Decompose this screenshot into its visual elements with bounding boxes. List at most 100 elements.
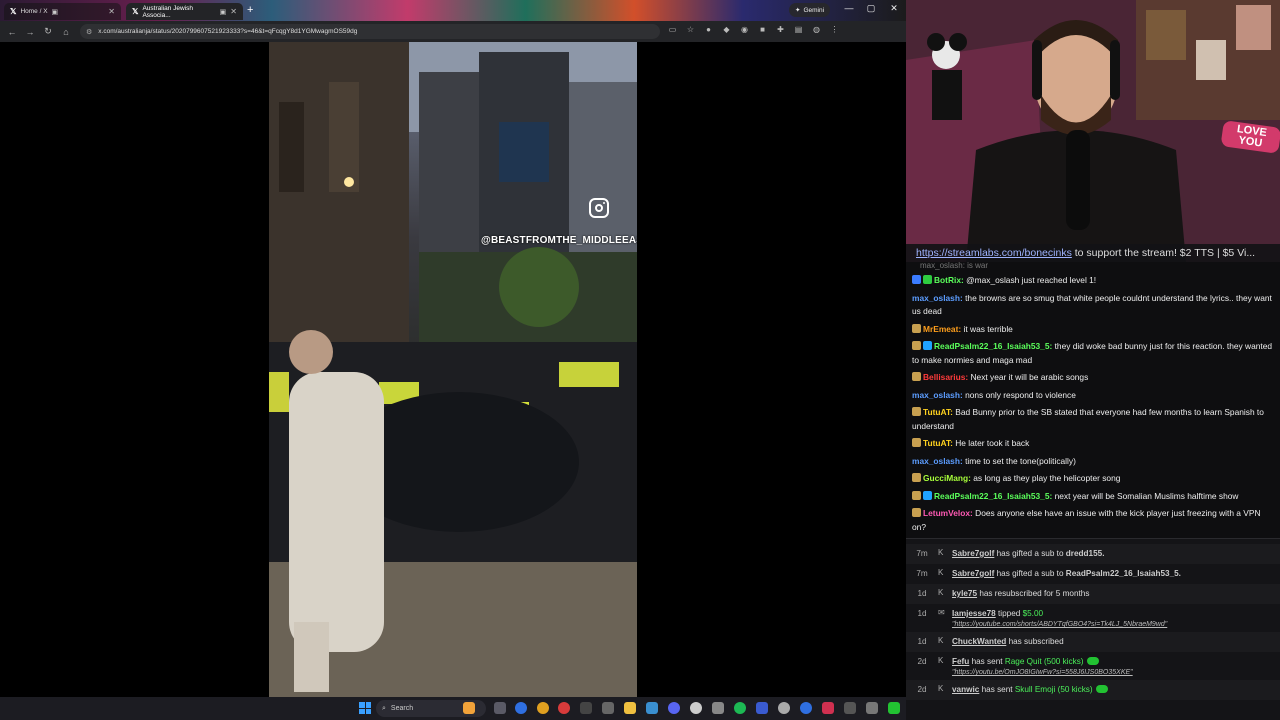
- spotify-icon[interactable]: [734, 702, 746, 714]
- event-list: 7m K Sabre7golf has gifted a sub to dredd1…: [906, 544, 1280, 700]
- tab-media-icon[interactable]: ▣: [52, 8, 59, 16]
- event-username[interactable]: Fefu: [952, 657, 969, 666]
- app-icon[interactable]: [646, 702, 658, 714]
- event-row: 2d Kvanwic has sent Skull Emoji (50 kicks…: [906, 680, 1280, 700]
- kick-app-icon[interactable]: [888, 702, 900, 714]
- chat-username[interactable]: GucciMang: [923, 473, 968, 483]
- event-text: has sent: [969, 657, 1005, 666]
- app-icon[interactable]: [866, 702, 878, 714]
- file-explorer-icon[interactable]: [624, 702, 636, 714]
- chat-username[interactable]: ReadPsalm22_16_Isaiah53_5: [934, 491, 1049, 501]
- chat-username[interactable]: TutuAT: [923, 438, 950, 448]
- kick-icon: K: [938, 684, 944, 693]
- chat-username[interactable]: ReadPsalm22_16_Isaiah53_5: [934, 341, 1049, 351]
- close-window-icon[interactable]: ✕: [887, 3, 901, 14]
- event-username[interactable]: Sabre7golf: [952, 549, 994, 558]
- gemini-button[interactable]: ✦ Gemini: [789, 3, 831, 17]
- chat-username[interactable]: LetumVelox: [923, 508, 970, 518]
- edge-icon[interactable]: [515, 702, 527, 714]
- minimize-icon[interactable]: —: [842, 3, 856, 13]
- chat-badge-icon: [923, 275, 932, 284]
- kick-icon: K: [938, 588, 944, 597]
- app-icon[interactable]: [558, 702, 570, 714]
- app-icon[interactable]: [800, 702, 812, 714]
- task-view-icon[interactable]: [494, 702, 506, 714]
- chat-text: Bad Bunny prior to the SB stated that ev…: [912, 407, 1264, 431]
- ticker-link[interactable]: https://streamlabs.com/bonecinks: [916, 247, 1072, 259]
- chat-username[interactable]: TutuAT: [923, 407, 950, 417]
- extension-icon[interactable]: ■: [758, 25, 767, 34]
- extension-icon[interactable]: ◆: [722, 25, 731, 34]
- app-icon[interactable]: [844, 702, 856, 714]
- back-icon[interactable]: ←: [3, 27, 21, 37]
- event-time: 2d: [917, 685, 927, 694]
- home-icon[interactable]: ⌂: [57, 27, 75, 37]
- video-frame-scene: [269, 42, 637, 697]
- chrome-icon[interactable]: [537, 702, 549, 714]
- menu-icon[interactable]: ⋮: [830, 25, 839, 34]
- chat-message: TutuAT: Bad Bunny prior to the SB stated…: [912, 404, 1274, 435]
- tab-home-x[interactable]: 𝕏 Home / X ▣ ✕: [4, 3, 121, 20]
- page-viewport: @BEASTFROMTHE_MIDDLEEAST: [0, 42, 906, 697]
- chat-username[interactable]: BotRix: [934, 275, 961, 285]
- event-body: Sabre7golf has gifted a sub to dredd155.: [952, 546, 1104, 559]
- puzzle-icon[interactable]: ✚: [776, 25, 785, 34]
- chat-username[interactable]: MrEmeat: [923, 324, 958, 334]
- extension-icon[interactable]: ●: [704, 25, 713, 34]
- profile-icon[interactable]: ◍: [812, 25, 821, 34]
- app-icon[interactable]: [756, 702, 768, 714]
- chat-username[interactable]: max_oslash: [912, 293, 960, 303]
- chat-text: as long as they play the helicopter song: [973, 473, 1121, 483]
- windows-start-icon[interactable]: [359, 702, 371, 714]
- app-icon[interactable]: [602, 702, 614, 714]
- event-row: 1d K ChuckWanted has subscribed: [906, 632, 1280, 652]
- app-icon[interactable]: [580, 702, 592, 714]
- forward-icon[interactable]: →: [21, 27, 39, 37]
- chat-badge-icon: [912, 407, 921, 416]
- chat-text: Next year it will be arabic songs: [970, 372, 1089, 382]
- event-message-link[interactable]: "https://youtu.be/OmJO8IGIwFw?si=558J6IJ…: [952, 667, 1133, 678]
- chat-badge-icon: [912, 372, 921, 381]
- site-info-icon[interactable]: ⚙: [86, 28, 92, 36]
- event-time: 1d: [917, 589, 927, 598]
- event-username[interactable]: kyle75: [952, 589, 977, 598]
- cast-icon[interactable]: ▭: [668, 25, 677, 34]
- tab-media-icon[interactable]: ▣: [220, 8, 227, 16]
- event-body: kyle75 has resubscribed for 5 months: [952, 586, 1089, 599]
- tab-australian-jewish[interactable]: 𝕏 Australian Jewish Associa... ▣ ✕: [126, 3, 243, 20]
- event-username[interactable]: Sabre7golf: [952, 569, 994, 578]
- event-username[interactable]: Iamjesse78: [952, 609, 996, 618]
- obs-icon[interactable]: [712, 702, 724, 714]
- event-text: has gifted a sub to: [994, 569, 1066, 578]
- reload-icon[interactable]: ↻: [39, 26, 57, 37]
- x-logo-icon: 𝕏: [132, 7, 139, 16]
- new-tab-button[interactable]: +: [247, 4, 253, 16]
- event-message-link[interactable]: "https://youtube.com/shorts/ABDYTqfGBO4?…: [952, 619, 1167, 630]
- event-row: 7m K Sabre7golf has gifted a sub to ReadPs…: [906, 564, 1280, 584]
- event-target: dredd155.: [1065, 549, 1105, 558]
- chat-badge-icon: [912, 323, 921, 333]
- chat-username[interactable]: max_oslash: [912, 390, 960, 400]
- bookmark-star-icon[interactable]: ☆: [686, 25, 695, 34]
- chat-username[interactable]: max_oslash: [912, 456, 960, 466]
- app-icon[interactable]: [778, 702, 790, 714]
- chat-username[interactable]: Bellisarius: [923, 372, 965, 382]
- maximize-icon[interactable]: ▢: [864, 3, 878, 14]
- close-icon[interactable]: ✕: [108, 7, 115, 16]
- discord-icon[interactable]: [668, 702, 680, 714]
- sidebar-icon[interactable]: ▤: [794, 25, 803, 34]
- video-player[interactable]: @BEASTFROMTHE_MIDDLEEAST: [269, 42, 637, 697]
- chat-badge-icon: [912, 490, 921, 500]
- kick-icon: K: [938, 636, 944, 645]
- event-time: 7m: [916, 569, 928, 578]
- event-username[interactable]: vanwic: [952, 685, 979, 694]
- event-username[interactable]: ChuckWanted: [952, 637, 1006, 646]
- extension-icon[interactable]: ◉: [740, 25, 749, 34]
- address-bar[interactable]: ⚙ x.com/australianja/status/202079960752…: [80, 24, 660, 39]
- close-icon[interactable]: ✕: [230, 7, 237, 16]
- weather-widget-icon[interactable]: [463, 702, 475, 714]
- app-icon[interactable]: [690, 702, 702, 714]
- app-icon[interactable]: [822, 702, 834, 714]
- browser-toolbar: ← → ↻ ⌂ ⚙ x.com/australianja/status/2020…: [0, 21, 906, 42]
- event-row: 1d ✉ Iamjesse78 tipped $5.00 "https://youtu…: [906, 604, 1280, 632]
